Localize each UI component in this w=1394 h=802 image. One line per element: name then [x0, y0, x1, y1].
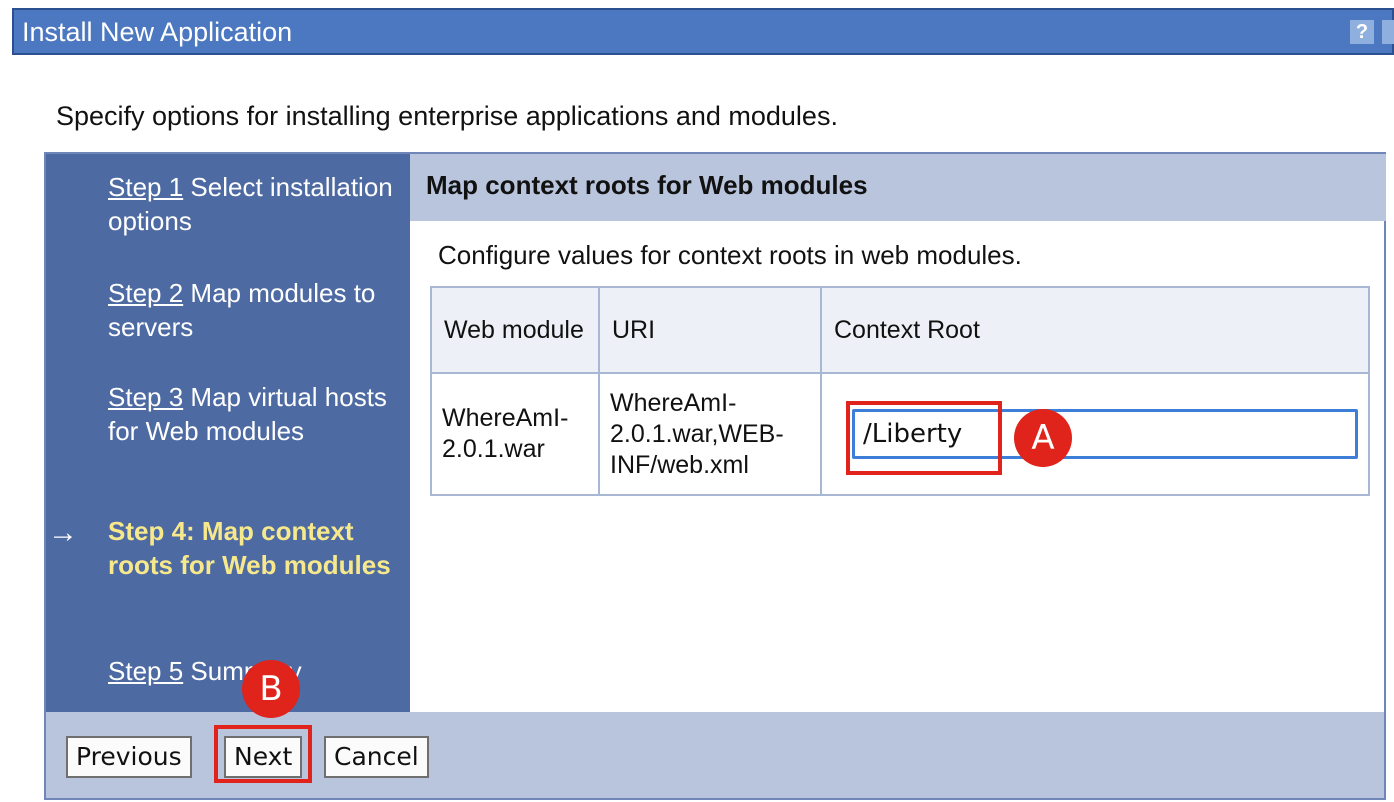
- cell-web-module: WhereAmI-2.0.1.war: [430, 372, 600, 496]
- step-3-link[interactable]: Step 3: [108, 382, 183, 412]
- step-3: Step 3 Map virtual hosts for Web modules: [108, 380, 398, 448]
- help-icon[interactable]: ?: [1350, 20, 1374, 44]
- current-step-arrow-icon: →: [48, 516, 78, 549]
- window-title-bar: Install New Application ?: [12, 8, 1394, 55]
- cell-uri: WhereAmI-2.0.1.war,WEB-INF/web.xml: [598, 372, 822, 496]
- step-4-current: Step 4: Map context roots for Web module…: [108, 516, 391, 580]
- wizard-steps-sidebar: Step 1 Select installation options Step …: [46, 154, 410, 712]
- previous-button[interactable]: Previous: [66, 736, 192, 778]
- next-button[interactable]: Next: [224, 736, 303, 778]
- intro-text: Specify options for installing enterpris…: [56, 101, 838, 131]
- wizard-footer: Previous Next Cancel: [46, 712, 1384, 798]
- step-1-link[interactable]: Step 1: [108, 172, 183, 202]
- col-header-web-module: Web module: [430, 286, 600, 374]
- col-header-context-root: Context Root: [820, 286, 1370, 374]
- table-row: WhereAmI-2.0.1.war WhereAmI-2.0.1.war,WE…: [430, 372, 1370, 496]
- annotation-badge-b: B: [242, 660, 300, 718]
- content-header: Map context roots for Web modules: [410, 154, 1386, 221]
- step-1: Step 1 Select installation options: [108, 170, 398, 238]
- cancel-button[interactable]: Cancel: [324, 736, 429, 778]
- step-5-link[interactable]: Step 5: [108, 656, 183, 686]
- context-root-input[interactable]: [852, 409, 1358, 459]
- cell-context-root: [820, 372, 1370, 496]
- annotation-badge-a: A: [1014, 409, 1072, 467]
- step-2: Step 2 Map modules to servers: [108, 276, 398, 344]
- content-heading: Map context roots for Web modules: [426, 170, 868, 200]
- step-2-link[interactable]: Step 2: [108, 278, 183, 308]
- window-title: Install New Application: [22, 17, 293, 47]
- minimize-icon[interactable]: [1382, 20, 1394, 44]
- content-description: Configure values for context roots in we…: [438, 240, 1022, 270]
- col-header-uri: URI: [598, 286, 822, 374]
- context-roots-table: Web module URI Context Root WhereAmI-2.0…: [430, 286, 1370, 496]
- table-header-row: Web module URI Context Root: [430, 286, 1370, 374]
